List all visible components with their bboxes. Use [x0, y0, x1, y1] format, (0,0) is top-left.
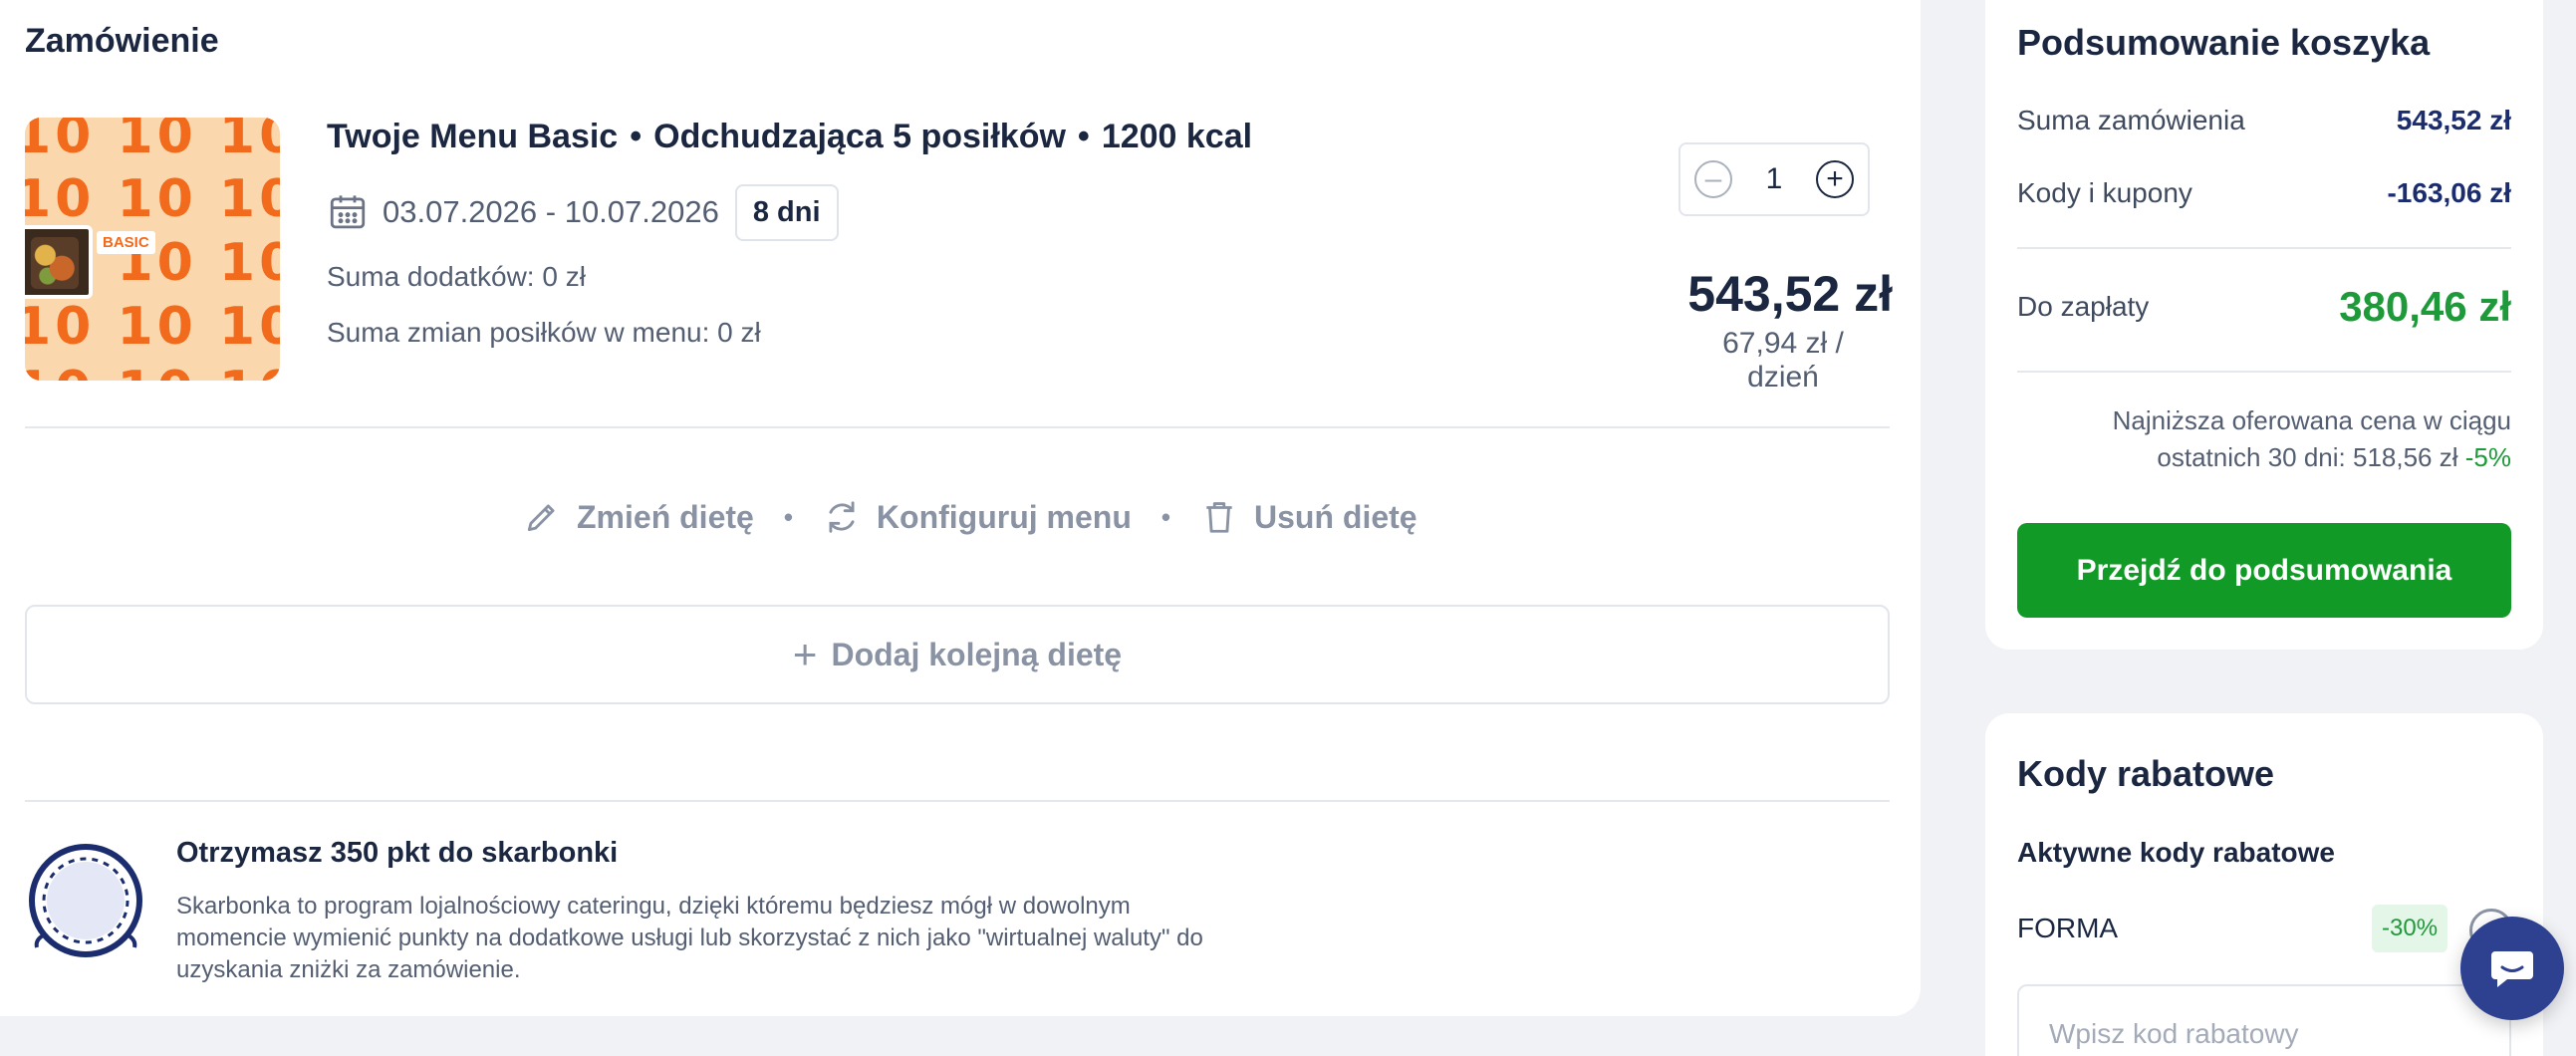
lowest-price-info: Najniższa oferowana cena w ciągu ostatni… — [2017, 402, 2511, 476]
quantity-stepper: – 1 + — [1678, 142, 1870, 216]
refresh-icon — [829, 501, 855, 533]
summary-divider — [2017, 371, 2511, 373]
order-sum-value: 543,52 zł — [2396, 105, 2511, 135]
order-sum-row: Suma zamówienia 543,52 zł — [2017, 105, 2511, 136]
lowest-price-percent: -5% — [2464, 442, 2511, 472]
change-diet-button[interactable]: Zmień dietę — [523, 498, 754, 536]
go-to-summary-button[interactable]: Przejdź do podsumowania — [2017, 523, 2511, 618]
thumbnail-badge: BASIC — [97, 231, 155, 254]
codes-value: -163,06 zł — [2387, 177, 2511, 208]
add-diet-button[interactable]: + Dodaj kolejną dietę — [25, 605, 1890, 704]
add-diet-label: Dodaj kolejną dietę — [831, 636, 1123, 672]
product-name-separator: • — [630, 118, 643, 155]
codes-row: Kody i kupony -163,06 zł — [2017, 177, 2511, 209]
diet-actions: Zmień dietę • Konfiguruj menu • Usuń die… — [523, 492, 1417, 542]
coin-icon — [29, 844, 142, 957]
divider — [25, 800, 1890, 802]
days-badge: 8 dni — [734, 183, 839, 241]
quantity-value: 1 — [1765, 162, 1783, 195]
cart-summary-title: Podsumowanie koszyka — [2017, 22, 2431, 63]
chat-icon — [2491, 951, 2533, 987]
plus-icon[interactable]: + — [1816, 160, 1854, 198]
plus-icon: + — [792, 631, 818, 677]
food-photo — [25, 225, 93, 299]
diet-price: 543,52 zł — [1687, 266, 1893, 322]
remove-diet-button[interactable]: Usuń dietę — [1200, 498, 1417, 536]
minus-icon[interactable]: – — [1694, 160, 1732, 198]
discount-code-input[interactable] — [2017, 984, 2511, 1056]
to-pay-label: Do zapłaty — [2017, 291, 2150, 322]
product-name-separator: • — [1077, 118, 1090, 155]
chat-button[interactable] — [2460, 917, 2564, 1020]
to-pay-value: 380,46 zł — [2339, 283, 2511, 330]
menu-changes-sum: Suma zmian posiłków w menu: 0 zł — [327, 317, 761, 348]
product-name-diet: Odchudzająca 5 posiłków — [653, 118, 1066, 155]
diet-thumbnail: 10 10 10 10 10 10 10 10 10 10 10 10 10 1… — [25, 118, 280, 381]
order-sum-label: Suma zamówienia — [2017, 105, 2245, 135]
summary-divider — [2017, 247, 2511, 249]
divider — [25, 426, 1890, 428]
date-range: 03.07.2026 - 10.07.2026 — [383, 194, 719, 229]
order-title: Zamówienie — [25, 22, 219, 60]
order-card: Zamówienie 10 10 10 10 10 10 10 10 10 10… — [0, 0, 1921, 1016]
product-name-kcal: 1200 kcal — [1101, 118, 1253, 155]
to-pay-row: Do zapłaty 380,46 zł — [2017, 283, 2511, 331]
discount-codes-title: Kody rabatowe — [2017, 753, 2275, 794]
pencil-icon — [527, 504, 555, 532]
remove-diet-label: Usuń dietę — [1254, 498, 1417, 535]
configure-menu-label: Konfiguruj menu — [876, 498, 1132, 535]
loyalty-description: Skarbonka to program lojalnościowy cater… — [176, 893, 1203, 983]
active-code-percent: -30% — [2372, 905, 2448, 952]
addons-sum: Suma dodatków: 0 zł — [327, 261, 586, 292]
price-per-day: 67,94 zł / dzień — [1722, 327, 1844, 394]
cart-summary-card: Podsumowanie koszyka Suma zamówienia 543… — [1985, 0, 2543, 650]
configure-menu-button[interactable]: Konfiguruj menu — [823, 498, 1132, 536]
trash-icon — [1206, 502, 1232, 533]
product-name: Twoje Menu Basic • Odchudzająca 5 posiłków… — [327, 118, 1252, 156]
action-separator: • — [783, 501, 793, 532]
date-row: 03.07.2026 - 10.07.2026 8 dni — [327, 183, 839, 241]
codes-label: Kody i kupony — [2017, 177, 2192, 208]
discount-codes-card: Kody rabatowe Aktywne kody rabatowe FORM… — [1985, 713, 2543, 1056]
active-code-name: FORMA — [2017, 913, 2119, 943]
product-name-menu: Twoje Menu Basic — [327, 118, 619, 155]
action-separator: • — [1160, 501, 1170, 532]
loyalty-title: Otrzymasz 350 pkt do skarbonki — [176, 837, 619, 869]
active-codes-label: Aktywne kody rabatowe — [2017, 837, 2335, 868]
change-diet-label: Zmień dietę — [577, 498, 754, 535]
calendar-icon — [330, 195, 366, 229]
lowest-price-text: Najniższa oferowana cena w ciągu ostatni… — [2112, 405, 2511, 472]
